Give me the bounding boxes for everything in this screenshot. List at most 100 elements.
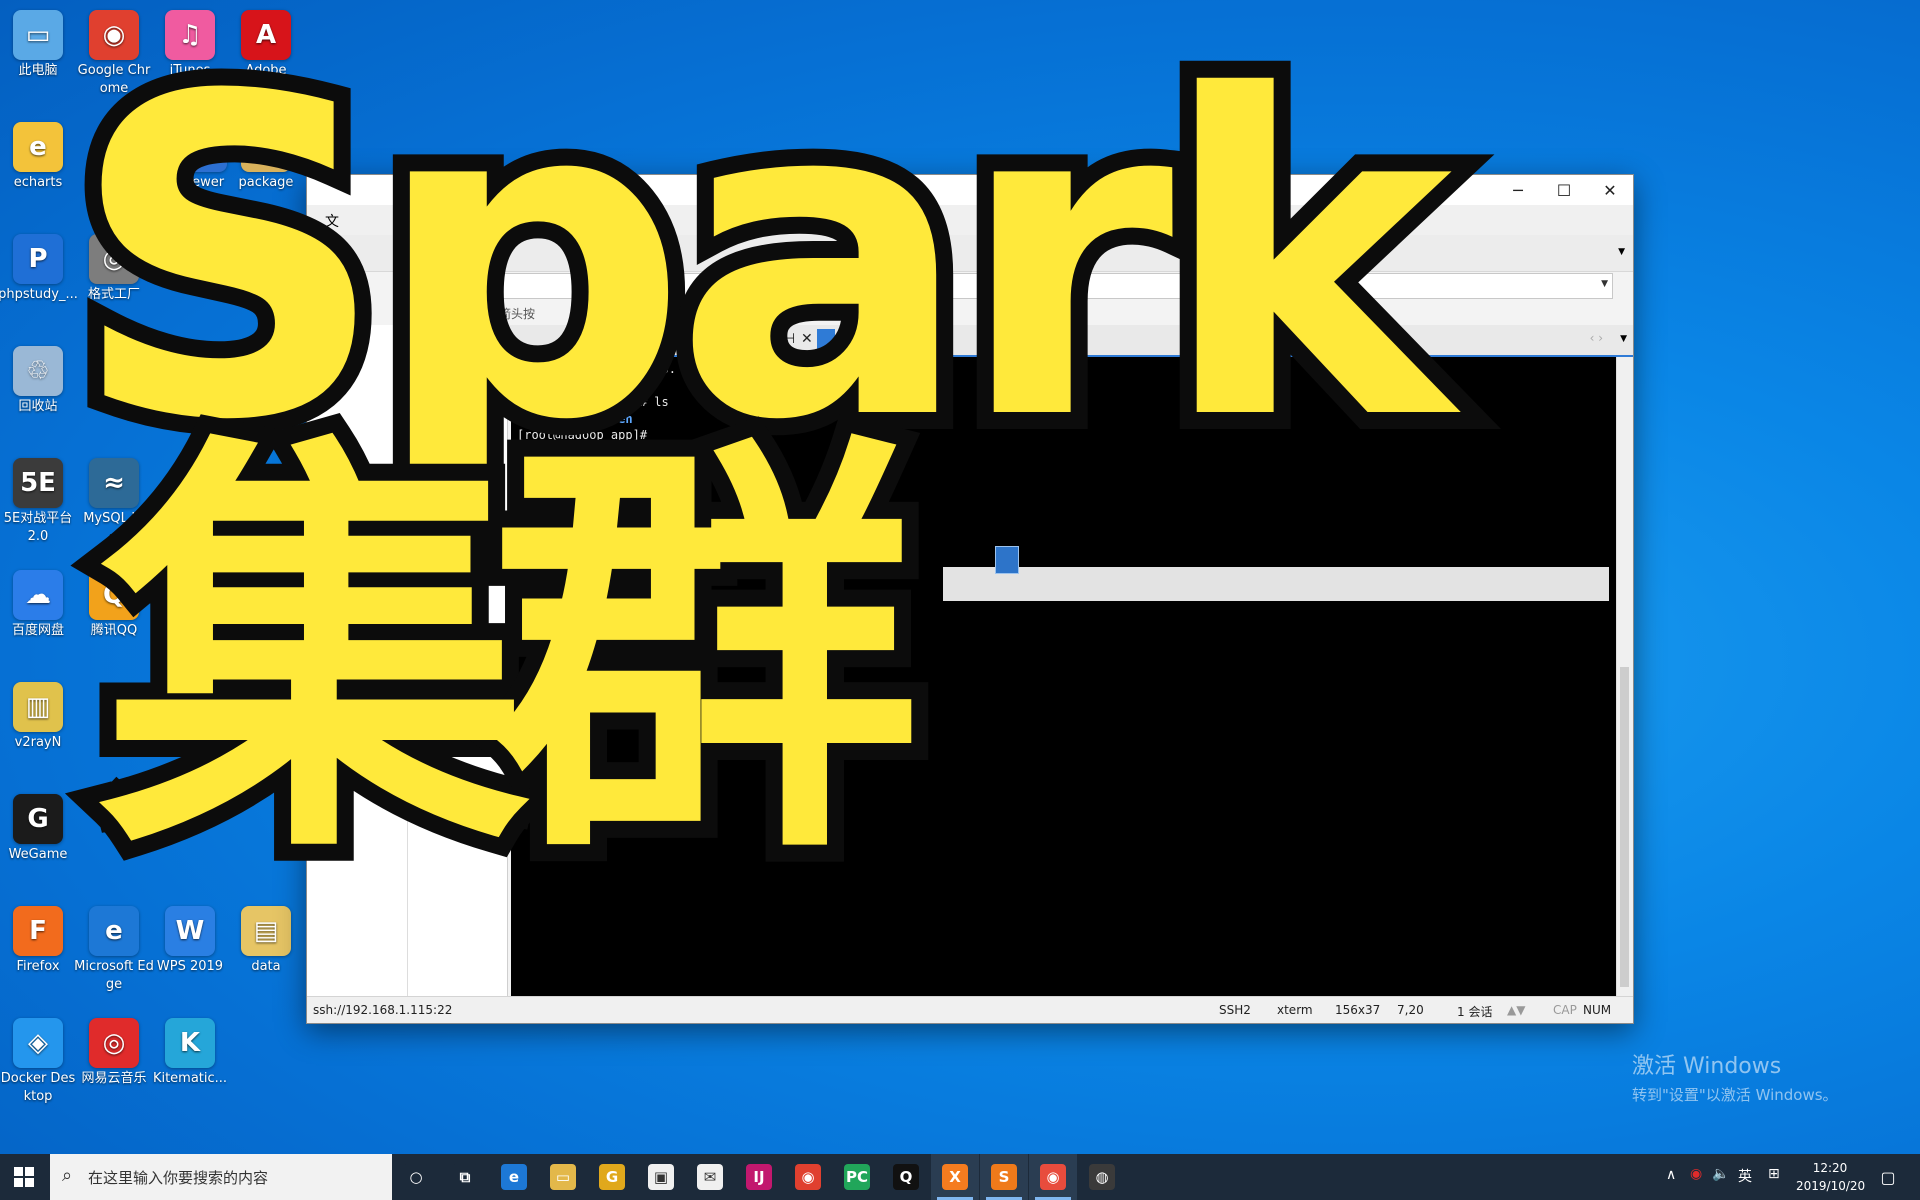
maximize-button[interactable]: ☐ [1541,175,1587,205]
xshell-tab-icon: X [942,1164,968,1190]
desktop-icon[interactable]: Pphpstudy_... [0,234,78,304]
search-icon: ⌕ [62,1165,73,1186]
taskbar-app-store[interactable]: ▣ [637,1154,685,1200]
desktop-icon[interactable]: ▭ 此电脑 [0,10,78,80]
desktop-icon-image: ☁ [13,570,63,620]
taskbar-app-chrome[interactable]: ◉ [784,1154,832,1200]
desktop-icon[interactable]: ☁ 百度网盘 [0,570,78,640]
close-button[interactable]: ✕ [1587,175,1633,205]
status-connection: ssh://192.168.1.115:22 [313,1003,453,1017]
toolbar-dropdown-icon[interactable]: ▼ [1618,247,1625,257]
taskbar-app-xshell-tab[interactable]: X [931,1154,979,1200]
desktop-icon[interactable]: ▥ v2rayN [0,682,78,752]
overlay-title-cluster: 集群 [83,405,937,905]
windows-icon [14,1167,34,1187]
status-cap: CAP [1553,1003,1577,1017]
taskbar-app-obs[interactable]: ◍ [1078,1154,1126,1200]
store-icon: ▣ [648,1164,674,1190]
status-num: NUM [1583,1003,1612,1017]
tab-scroll-icon[interactable]: ‹ › [1590,331,1603,345]
desktop-icon-label: 百度网盘 [11,623,64,638]
chrome-icon: ◉ [795,1164,821,1190]
desktop-icon-image: K [165,1018,215,1068]
qq-icon: Q [893,1164,919,1190]
status-size: 156x37 [1335,1003,1381,1017]
desktop-icon[interactable]: W WPS 2019 [150,906,230,976]
desktop-icon[interactable]: e Microsoft Edge [74,906,154,994]
status-bar: ssh://192.168.1.115:22 SSH2 xterm 156x37… [307,996,1633,1023]
status-sessions: 1 会话 [1457,1005,1493,1019]
desktop-icon-label: 回收站 [18,399,58,414]
taskbar-app-cortana[interactable]: ○ [392,1154,440,1200]
document-icon[interactable] [995,546,1019,574]
taskbar: ⌕ 在这里输入你要搜索的内容 ○ ⧉ e ▭ G ▣ ✉ IJ ◉ PC Q X S ◉ ◍ ∧ ◉ 🔈 英… [0,1154,1920,1200]
desktop-icon[interactable]: K Kitematic... [150,1018,230,1088]
taskbar-app-edge[interactable]: e [490,1154,538,1200]
desktop-icon[interactable]: ▤ data [226,906,306,976]
scroll-arrows-icon[interactable]: ▲▼ [1507,1003,1525,1017]
scrollbar-thumb[interactable] [1620,667,1629,987]
taskbar-app-mail[interactable]: ✉ [686,1154,734,1200]
desktop-icon[interactable]: 5E 5E对战平台 2.0 [0,458,78,546]
cortana-icon: ○ [403,1164,429,1190]
taskbar-app-pycharm[interactable]: PC [833,1154,881,1200]
taskbar-app-file-explorer[interactable]: ▭ [539,1154,587,1200]
search-placeholder: 在这里输入你要搜索的内容 [88,1169,269,1187]
desktop-icon-label: 此电脑 [18,63,58,78]
tab-list-icon[interactable]: ▼ [1620,334,1627,344]
desktop-icon-image: ♲ [13,346,63,396]
desktop-icon-label: Microsoft Edge [74,959,154,992]
desktop-icon-image: e [13,122,63,172]
taskbar-search[interactable]: ⌕ 在这里输入你要搜索的内容 [50,1154,392,1200]
edge-icon: e [501,1164,527,1190]
pycharm-icon: PC [844,1164,870,1190]
ime-indicator[interactable]: 英 [1738,1166,1752,1186]
desktop-icon-image: ▭ [13,10,63,60]
desktop-icon-label: WeGame [8,847,68,862]
netease-tray-icon[interactable]: ◉ [1690,1166,1702,1182]
taskbar-app-task-view[interactable]: ⧉ [441,1154,489,1200]
xshell-icon: ◉ [1040,1164,1066,1190]
desktop-icon-label: v2rayN [14,735,62,750]
taskbar-app-app-g[interactable]: G [588,1154,636,1200]
desktop-icon-label: phpstudy_... [0,287,78,302]
taskbar-app-sublime[interactable]: S [980,1154,1028,1200]
mail-icon: ✉ [697,1164,723,1190]
desktop-icon[interactable]: ◈ Docker Desktop [0,1018,78,1106]
activation-watermark: 激活 Windows 转到"设置"以激活 Windows。 [1632,1048,1838,1105]
start-button[interactable] [0,1154,48,1200]
desktop-icon-label: data [251,959,281,974]
desktop-icon[interactable]: e echarts [0,122,78,192]
status-term: xterm [1277,1003,1313,1017]
notification-button[interactable]: ▢ [1864,1154,1912,1200]
minimize-button[interactable]: ─ [1495,175,1541,205]
desktop-icon-label: Docker Desktop [0,1071,76,1104]
desktop-icon[interactable]: ◎ 网易云音乐 [74,1018,154,1088]
desktop-icon-image: P [13,234,63,284]
tray-expand-icon[interactable]: ∧ [1666,1167,1676,1183]
desktop-icon-image: ◎ [89,1018,139,1068]
desktop-icon-label: 5E对战平台 2.0 [3,511,73,544]
desktop-icon-label: WPS 2019 [156,959,224,974]
status-cursor: 7,20 [1397,1003,1424,1017]
taskbar-app-intellij[interactable]: IJ [735,1154,783,1200]
app-g-icon: G [599,1164,625,1190]
desktop-icon-label: 网易云音乐 [81,1071,147,1086]
desktop-icon-image: 5E [13,458,63,508]
desktop-icon[interactable]: ♲ 回收站 [0,346,78,416]
desktop-icon-image: ▤ [241,906,291,956]
ime-layout-icon[interactable]: ⊞ [1768,1166,1780,1182]
status-protocol: SSH2 [1219,1003,1251,1017]
address-dropdown-icon[interactable]: ▼ [1601,279,1608,289]
desktop-icon[interactable]: F Firefox [0,906,78,976]
desktop-icon-label: Kitematic... [152,1071,228,1086]
task-view-icon: ⧉ [452,1164,478,1190]
desktop-icon-image: ◈ [13,1018,63,1068]
terminal-scrollbar[interactable] [1616,357,1633,997]
terminal-overlay-bar [943,567,1609,601]
taskbar-app-xshell[interactable]: ◉ [1029,1154,1077,1200]
taskbar-app-qq[interactable]: Q [882,1154,930,1200]
desktop-icon[interactable]: G WeGame [0,794,78,864]
volume-icon[interactable]: 🔈 [1712,1166,1729,1182]
clock[interactable]: 12:20 2019/10/20 [1796,1159,1865,1195]
